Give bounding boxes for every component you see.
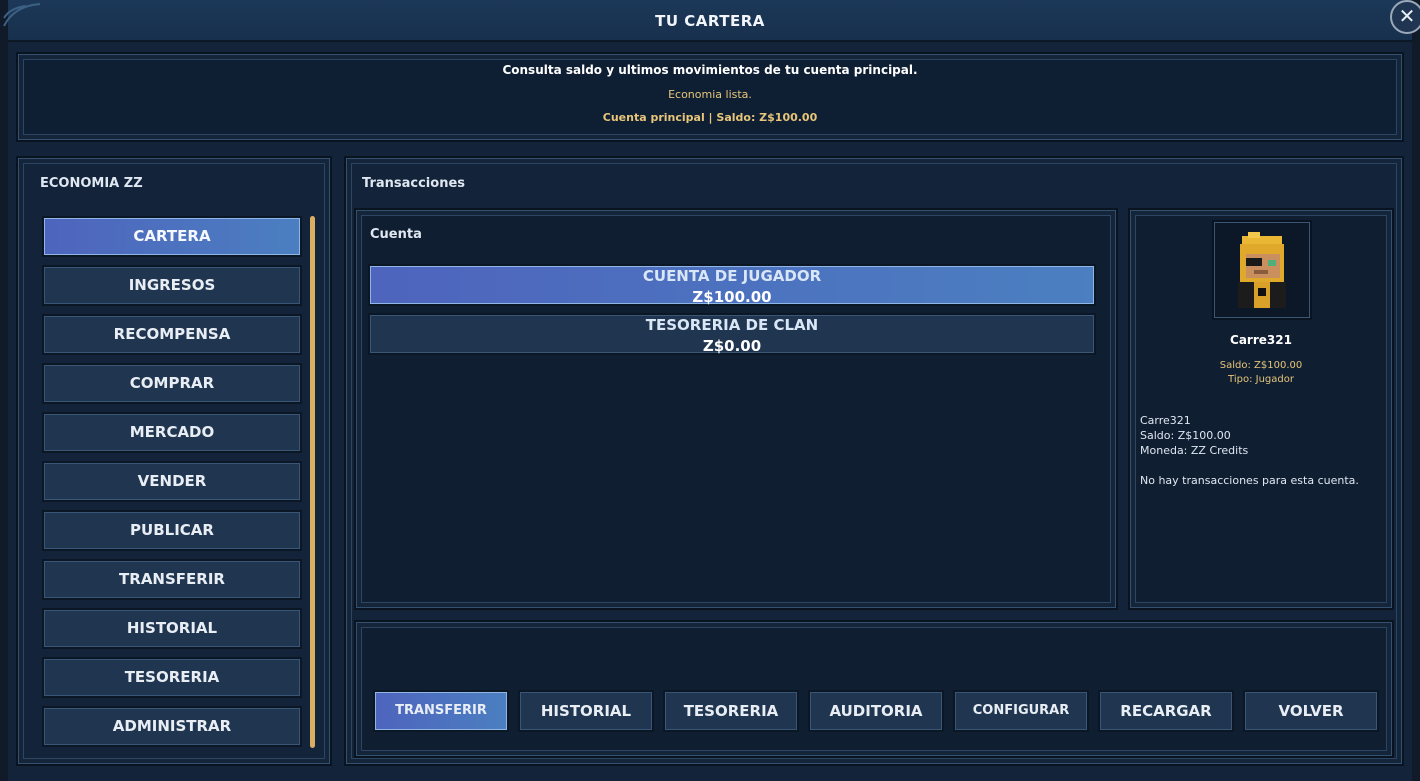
profile-detail-name: Carre321 [1140, 414, 1191, 427]
sidebar-item-cartera[interactable]: CARTERA [42, 216, 302, 257]
empty-transactions-message: No hay transacciones para esta cuenta. [1140, 474, 1359, 487]
title-bar: TU CARTERA [8, 0, 1412, 42]
sidebar-item-tesoreria[interactable]: TESORERIA [42, 657, 302, 698]
configurar-button[interactable]: CONFIGURAR [953, 690, 1089, 732]
content-title: Transacciones [362, 176, 465, 191]
profile-detail-balance: Saldo: Z$100.00 [1140, 429, 1231, 442]
sidebar-item-historial[interactable]: HISTORIAL [42, 608, 302, 649]
sidebar-item-administrar[interactable]: ADMINISTRAR [42, 706, 302, 747]
profile-name: Carre321 [1230, 333, 1292, 347]
account-value: Z$100.00 [692, 288, 772, 306]
info-panel: Consulta saldo y ultimos movimientos de … [16, 52, 1404, 142]
transferir-button[interactable]: TRANSFERIR [373, 690, 509, 732]
account-value: Z$0.00 [702, 337, 762, 355]
volver-button[interactable]: VOLVER [1243, 690, 1379, 732]
window-title: TU CARTERA [655, 12, 765, 30]
accounts-panel: Cuenta CUENTA DE JUGADOR Z$100.00 TESORE… [354, 208, 1118, 610]
avatar [1212, 220, 1312, 320]
sidebar-item-transferir[interactable]: TRANSFERIR [42, 559, 302, 600]
close-button[interactable]: ✕ [1390, 0, 1420, 34]
auditoria-button[interactable]: AUDITORIA [808, 690, 944, 732]
sidebar-title: ECONOMIA ZZ [40, 176, 143, 191]
profile-type: Tipo: Jugador [1228, 374, 1294, 385]
info-description: Consulta saldo y ultimos movimientos de … [502, 63, 918, 77]
sidebar-item-comprar[interactable]: COMPRAR [42, 363, 302, 404]
account-button-clan[interactable]: TESORERIA DE CLAN Z$0.00 [368, 313, 1096, 355]
tesoreria-button[interactable]: TESORERIA [663, 690, 799, 732]
accounts-title: Cuenta [370, 227, 422, 242]
historial-button[interactable]: HISTORIAL [518, 690, 654, 732]
sidebar-item-publicar[interactable]: PUBLICAR [42, 510, 302, 551]
sidebar-item-recompensa[interactable]: RECOMPENSA [42, 314, 302, 355]
account-button-player[interactable]: CUENTA DE JUGADOR Z$100.00 [368, 264, 1096, 306]
recargar-button[interactable]: RECARGAR [1098, 690, 1234, 732]
account-name: TESORERIA DE CLAN [645, 316, 819, 334]
sidebar-scrollbar[interactable] [310, 216, 315, 748]
sidebar-item-mercado[interactable]: MERCADO [42, 412, 302, 453]
account-name: CUENTA DE JUGADOR [642, 267, 822, 285]
sidebar: ECONOMIA ZZ CARTERA INGRESOS RECOMPENSA COM… [16, 156, 332, 766]
info-status: Economia lista. [668, 88, 752, 101]
actions-panel: TRANSFERIR HISTORIAL TESORERIA AUDITORIA CON… [354, 620, 1394, 758]
profile-panel: Carre321 Saldo: Z$100.00 Tipo: Jugador C… [1128, 208, 1394, 610]
sidebar-item-ingresos[interactable]: INGRESOS [42, 265, 302, 306]
info-balance: Cuenta principal | Saldo: Z$100.00 [602, 111, 818, 124]
sidebar-item-vender[interactable]: VENDER [42, 461, 302, 502]
player-avatar-icon [1238, 232, 1286, 308]
profile-balance: Saldo: Z$100.00 [1219, 360, 1303, 371]
corner-ornament-icon [3, 3, 41, 27]
profile-detail-currency: Moneda: ZZ Credits [1140, 444, 1249, 457]
